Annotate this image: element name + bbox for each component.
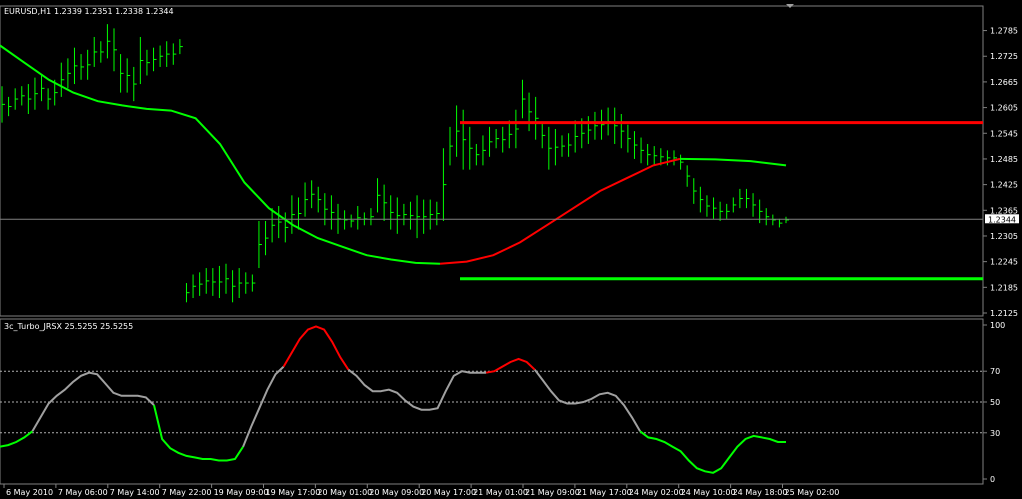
indicator-title: 3c_Turbo_JRSX 25.5255 25.5255: [4, 322, 133, 331]
price-tick-label: 1.2425: [990, 181, 1018, 190]
price-tick-label: 1.2485: [990, 155, 1018, 164]
time-tick-label: 25 May 02:00: [785, 488, 840, 497]
price-y-axis: 1.2785 1.2725 1.2665 1.2605 1.2545 1.2485 1.24…: [983, 27, 1018, 318]
time-tick-label: 21 May 17:00: [577, 488, 632, 497]
time-tick-label: 20 May 01:00: [317, 488, 372, 497]
price-tick-label: 1.2185: [990, 283, 1018, 292]
indicator-tick-label: 30: [990, 429, 1000, 438]
price-ohlc-label: 1.2339 1.2351 1.2338 1.2344: [54, 7, 174, 16]
indicator-tick-label: 70: [990, 367, 1000, 376]
indicator-tick-label: 50: [990, 398, 1000, 407]
chart-root: EURUSD,H1 1.2339 1.2351 1.2338 1.2344 1.…: [0, 4, 1019, 497]
price-panel: EURUSD,H1 1.2339 1.2351 1.2338 1.2344 1.…: [0, 4, 1019, 318]
indicator-tick-label: 100: [990, 321, 1005, 330]
current-price-label: 1.2344: [988, 215, 1016, 224]
price-tick-label: 1.2785: [990, 27, 1018, 36]
price-tick-label: 1.2125: [990, 309, 1018, 318]
time-tick-label: 7 May 06:00: [58, 488, 108, 497]
price-tick-label: 1.2365: [990, 206, 1018, 215]
time-axis: 6 May 2010 7 May 06:00 7 May 14:00 7 May 22…: [3, 484, 840, 497]
time-tick-label: 24 May 02:00: [629, 488, 684, 497]
time-tick-label: 19 May 09:00: [214, 488, 269, 497]
time-tick-label: 19 May 17:00: [266, 488, 321, 497]
time-tick-label: 20 May 09:00: [369, 488, 424, 497]
price-tick-label: 1.2245: [990, 258, 1018, 267]
time-tick-label: 24 May 18:00: [733, 488, 788, 497]
price-chart-title: EURUSD,H1: [4, 7, 51, 16]
indicator-panel: 3c_Turbo_JRSX 25.5255 25.5255 100 70 50 30 0: [0, 318, 1005, 485]
price-tick-label: 1.2305: [990, 232, 1018, 241]
time-tick-label: 21 May 09:00: [525, 488, 580, 497]
indicator-plot-frame: [0, 318, 984, 485]
price-tick-label: 1.2665: [990, 78, 1018, 87]
price-plot-frame: [0, 5, 984, 317]
time-tick-label: 20 May 17:00: [421, 488, 476, 497]
price-tick-label: 1.2725: [990, 52, 1018, 61]
indicator-tick-label: 0: [990, 475, 995, 484]
price-tick-label: 1.2605: [990, 104, 1018, 113]
time-tick-label: 7 May 22:00: [162, 488, 212, 497]
time-tick-label: 21 May 01:00: [473, 488, 528, 497]
time-tick-label: 7 May 14:00: [110, 488, 160, 497]
price-tick-label: 1.2545: [990, 129, 1018, 138]
time-tick-label: 6 May 2010: [6, 488, 53, 497]
indicator-y-axis: 100 70 50 30 0: [983, 321, 1005, 484]
time-tick-label: 24 May 10:00: [681, 488, 736, 497]
